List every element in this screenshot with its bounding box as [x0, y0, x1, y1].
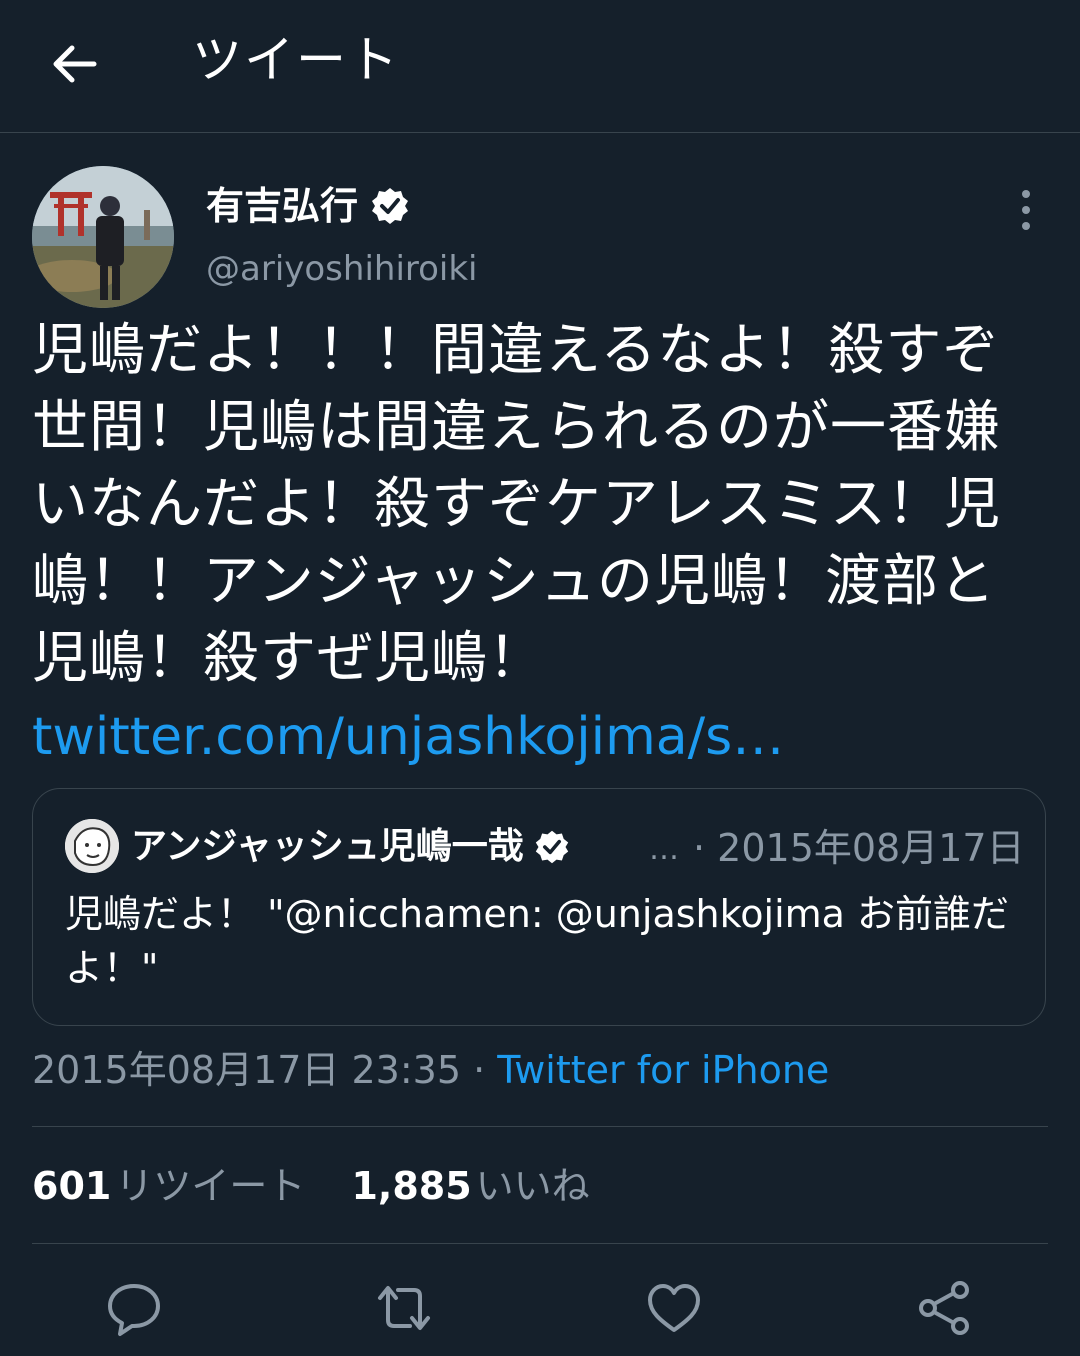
top-bar: ツイート: [0, 0, 1080, 133]
verified-badge-icon: [372, 188, 409, 224]
like-icon[interactable]: [642, 1276, 706, 1340]
author-name-row[interactable]: 有吉弘行: [206, 180, 410, 232]
tweet-stats: 601 リツイート 1,885 いいね: [32, 1160, 624, 1212]
reply-icon[interactable]: [102, 1276, 166, 1340]
retweet-icon[interactable]: [372, 1276, 436, 1340]
tweet-link[interactable]: twitter.com/unjashkojima/s…: [32, 702, 784, 772]
tweet-meta: 2015年08月17日 23:35 · Twitter for iPhone: [32, 1044, 829, 1096]
tweet-timestamp[interactable]: 2015年08月17日 23:35: [32, 1048, 461, 1092]
verified-badge-icon: [535, 830, 568, 864]
quoted-text: 児嶋だよ！ "@nicchamen: @unjashkojima お前誰だよ！": [65, 892, 1010, 990]
more-options-icon[interactable]: [1010, 188, 1042, 232]
author-name: 有吉弘行: [206, 184, 359, 228]
divider: [32, 1243, 1048, 1244]
page-title: ツイート: [192, 31, 400, 89]
quoted-avatar: [65, 819, 119, 873]
quoted-author-name: アンジャッシュ児嶋一哉: [131, 826, 524, 867]
tweet-text: 児嶋だよ！！！間違えるなよ！殺すぞ世間！児嶋は間違えられるのが一番嫌いなんだよ！…: [32, 318, 1001, 691]
quoted-date: · 2015年08月17日: [693, 826, 1025, 870]
meta-separator: ·: [461, 1048, 498, 1092]
author-handle[interactable]: @ariyoshihiroiki: [206, 246, 478, 292]
quoted-author-row: アンジャッシュ児嶋一哉: [131, 819, 570, 875]
retweets-label[interactable]: リツイート: [115, 1164, 305, 1208]
retweets-count[interactable]: 601: [32, 1164, 111, 1208]
quoted-handle-truncated: …: [649, 832, 679, 867]
avatar[interactable]: [32, 166, 174, 308]
likes-count[interactable]: 1,885: [351, 1164, 471, 1208]
share-icon[interactable]: [912, 1276, 976, 1340]
divider: [32, 1126, 1048, 1127]
avatar-photo: [32, 166, 174, 308]
arrow-left-icon[interactable]: [46, 36, 102, 92]
quoted-tweet[interactable]: アンジャッシュ児嶋一哉 … · 2015年08月17日 児嶋だよ！ "@nicc…: [32, 788, 1046, 1026]
tweet-client[interactable]: Twitter for iPhone: [497, 1048, 829, 1092]
likes-label[interactable]: いいね: [476, 1164, 590, 1208]
